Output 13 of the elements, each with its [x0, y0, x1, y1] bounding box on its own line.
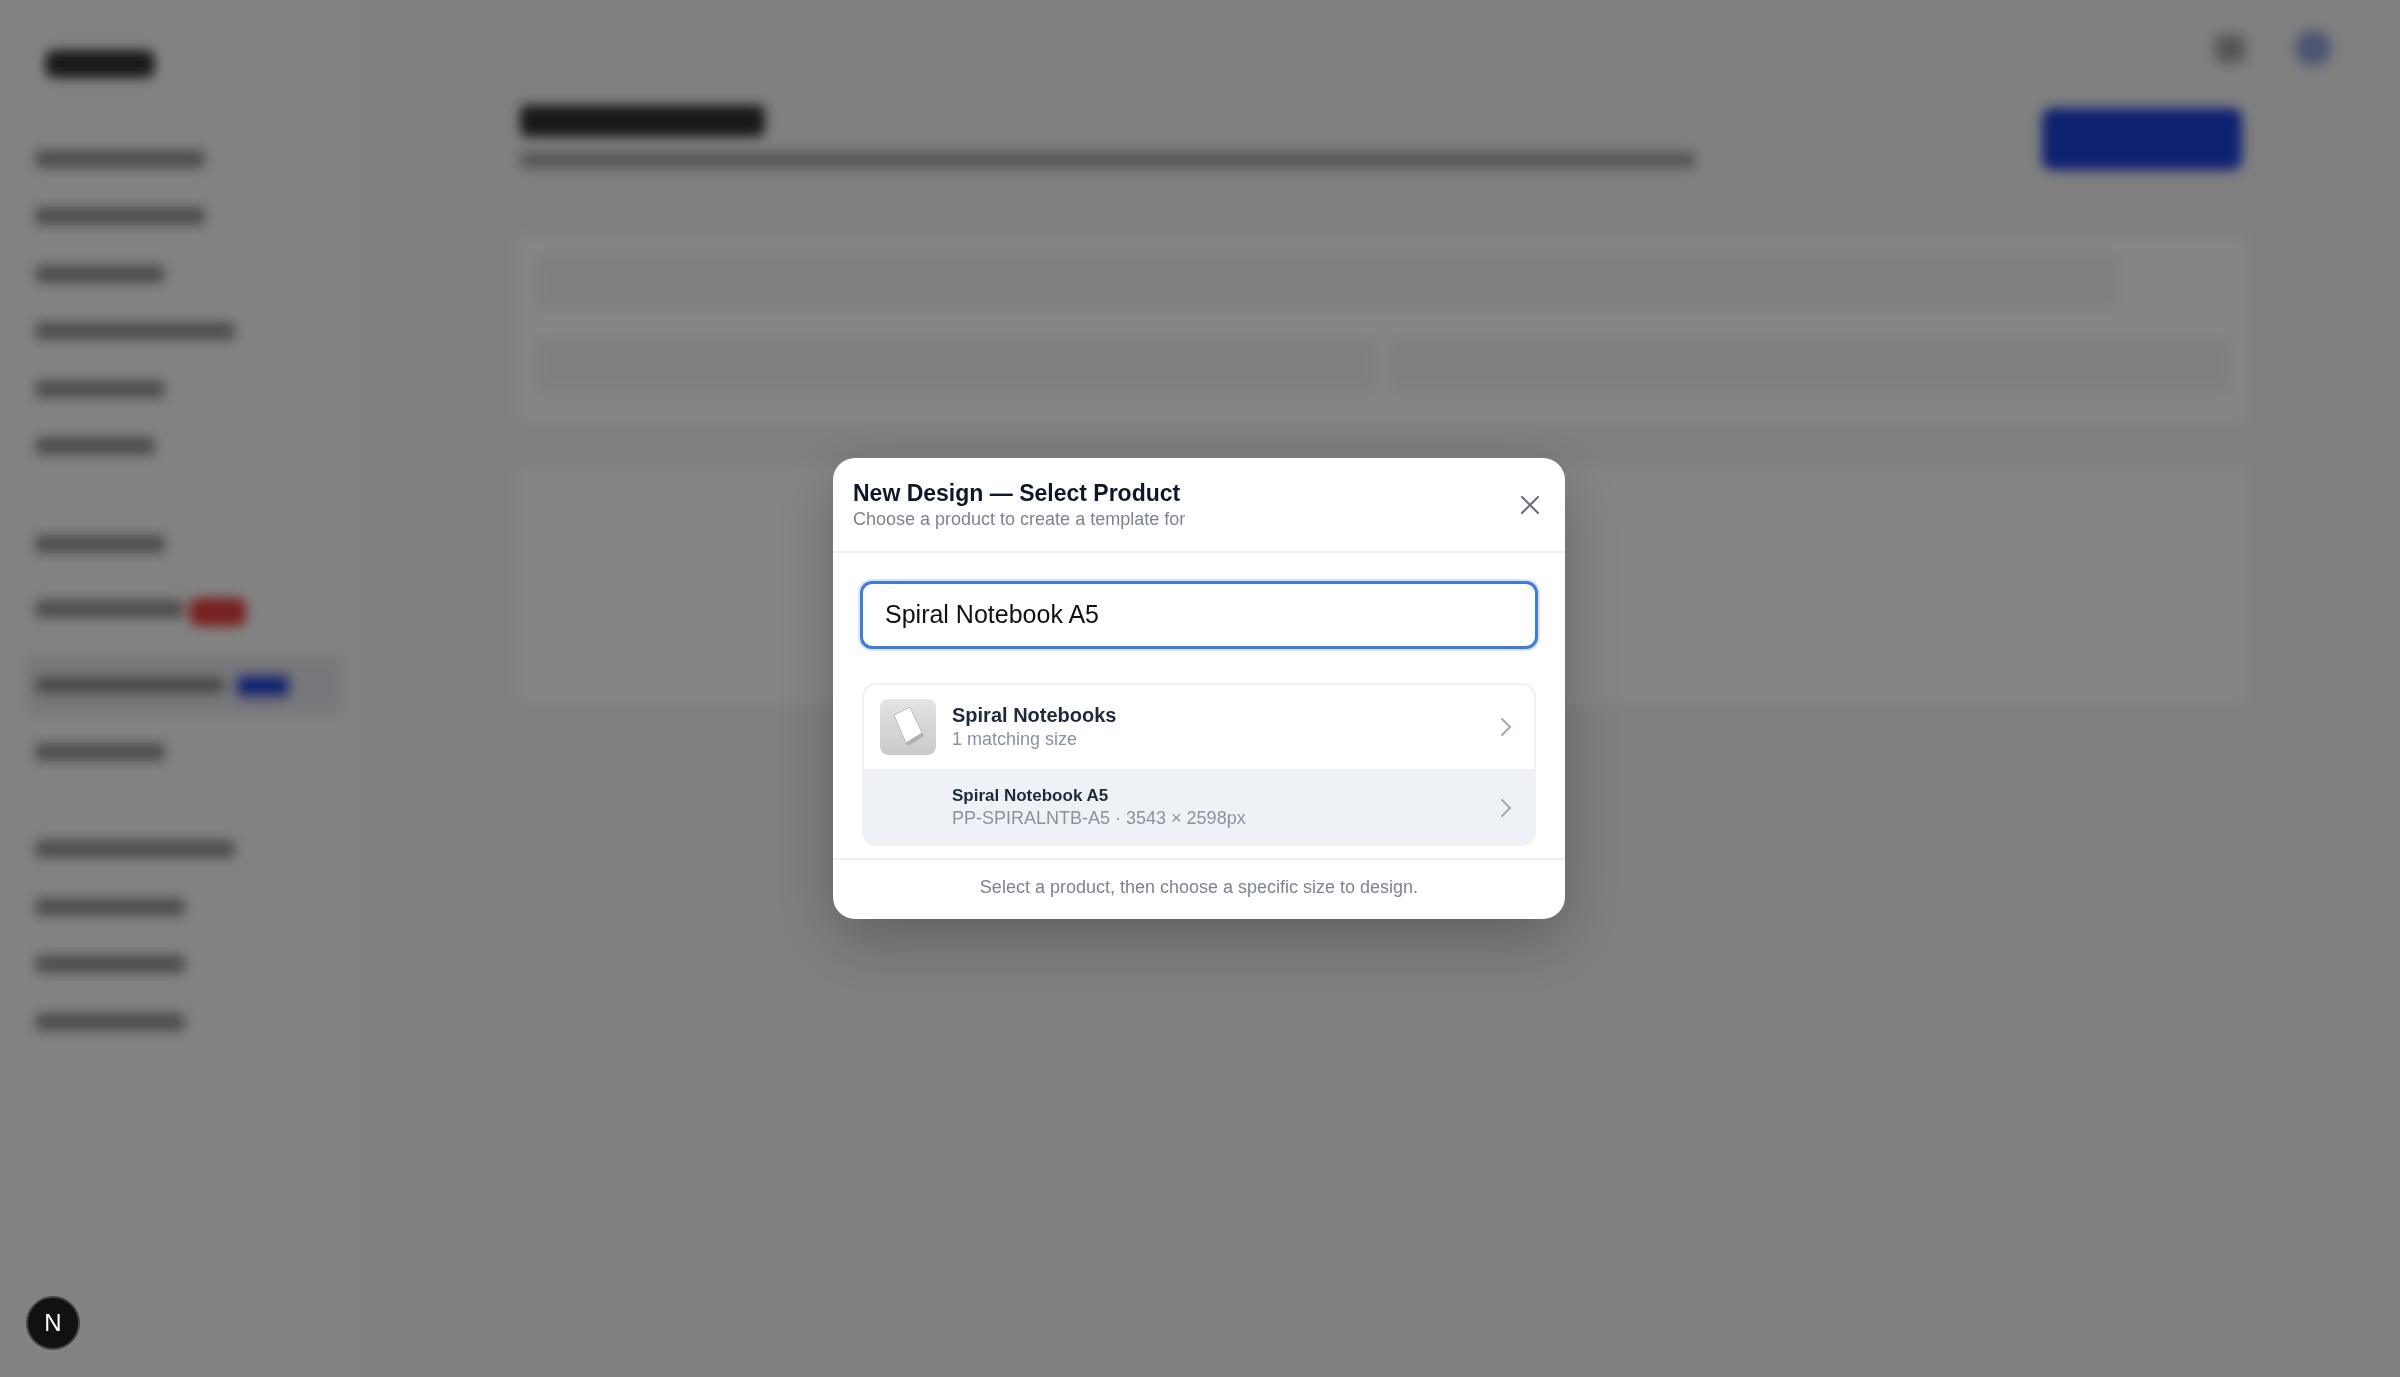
dialog-subtitle: Choose a product to create a template for — [853, 507, 1186, 531]
chevron-right-icon — [1500, 797, 1512, 818]
option-name: Spiral Notebook A5 — [952, 785, 1110, 807]
dialog-hint: Select a product, then choose a specific size to design. — [833, 858, 1565, 920]
search-field[interactable]: Spiral Notebook A5 — [860, 581, 1538, 649]
notebook-thumbnail-icon — [880, 699, 936, 755]
option-detail: PP-SPIRALNTB-A5 · 3543 × 2598px — [952, 807, 1247, 831]
chevron-right-icon — [1500, 717, 1512, 737]
option-detail: 1 matching size — [952, 728, 1079, 752]
size-option[interactable]: Spiral Notebook A5 PP-SPIRALNTB-A5 · 3543 × 2598px — [864, 771, 1534, 845]
dialog-title: New Design — Select Product — [853, 480, 1182, 508]
close-icon — [1519, 493, 1541, 516]
option-name: Spiral Notebooks — [952, 703, 1118, 729]
